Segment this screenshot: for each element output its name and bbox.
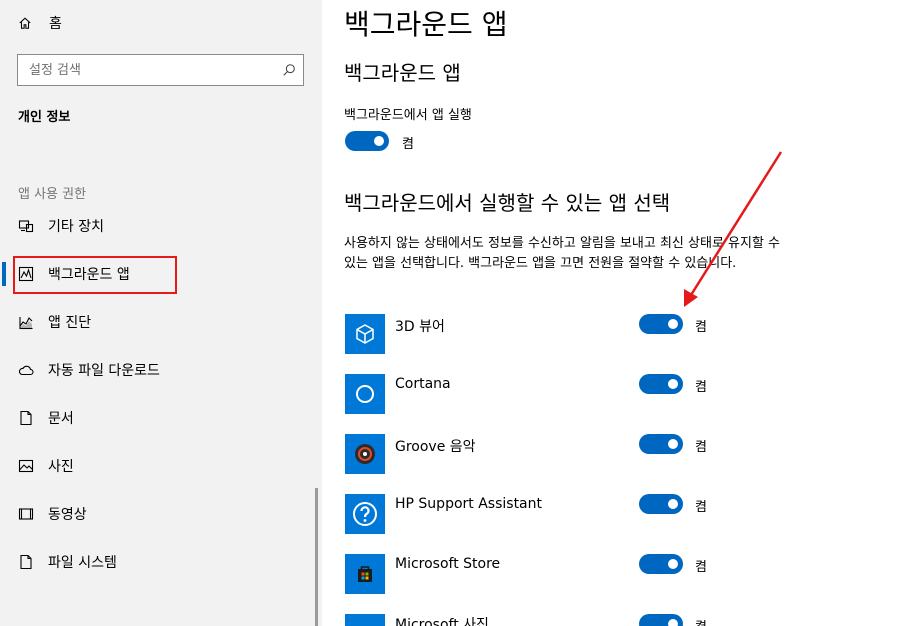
sidebar: 홈 개인 정보 앱 사용 권한 기타 장치 백그라운드 앱 앱 진단 자동 파일… <box>0 0 322 626</box>
description-text: 사용하지 않는 상태에서도 정보를 수신하고 알림을 보내고 최신 상태로 유지… <box>344 236 781 271</box>
sidebar-item-label: 앱 진단 <box>48 315 92 331</box>
main-content: 백그라운드 앱 백그라운드 앱 백그라운드에서 앱 실행 켬 백그라운드에서 실… <box>322 0 916 626</box>
groove-music-icon <box>355 444 375 464</box>
search-box[interactable] <box>17 54 304 86</box>
app-tile-cortana <box>345 374 385 414</box>
page-title: 백그라운드 앱 <box>344 8 508 41</box>
toggle-state-label: 켬 <box>695 320 707 335</box>
search-icon[interactable] <box>282 63 296 77</box>
sidebar-item-label: 동영상 <box>48 507 87 523</box>
section-title-choose-apps: 백그라운드에서 실행할 수 있는 앱 선택 <box>344 191 671 215</box>
toggle-state-label: 켬 <box>695 380 707 395</box>
sidebar-item-other-devices[interactable]: 기타 장치 <box>18 214 308 238</box>
document-icon <box>18 410 34 426</box>
help-icon <box>353 502 377 526</box>
sidebar-item-app-diagnostics[interactable]: 앱 진단 <box>18 310 308 334</box>
video-icon <box>18 506 34 522</box>
toggle-state-label: 켬 <box>695 500 707 515</box>
app-tile-microsoft-photos <box>345 614 385 626</box>
search-input[interactable] <box>18 55 268 85</box>
app-name: HP Support Assistant <box>395 496 542 512</box>
run-in-background-label: 백그라운드에서 앱 실행 <box>344 108 472 123</box>
app-name: Microsoft 사진 <box>395 617 489 626</box>
app-toggle-groove-music[interactable] <box>639 434 683 454</box>
sidebar-item-pictures[interactable]: 사진 <box>18 454 308 478</box>
cube-icon <box>356 324 374 344</box>
app-tile-3d-viewer <box>345 314 385 354</box>
toggle-state-label: 켬 <box>695 560 707 575</box>
app-tile-groove-music <box>345 434 385 474</box>
selection-indicator <box>2 262 6 286</box>
app-tile-microsoft-store <box>345 554 385 594</box>
app-name: Cortana <box>395 376 451 392</box>
app-name: Microsoft Store <box>395 556 501 572</box>
home-icon <box>19 17 31 29</box>
toggle-state-label: 켬 <box>695 616 707 626</box>
sidebar-item-label: 자동 파일 다운로드 <box>48 363 160 379</box>
sidebar-item-label: 기타 장치 <box>48 219 104 235</box>
toggle-state-label: 켬 <box>695 440 707 455</box>
sidebar-item-label: 문서 <box>48 411 74 427</box>
app-toggle-microsoft-photos[interactable] <box>639 614 683 626</box>
store-icon <box>358 566 372 582</box>
group-label: 앱 사용 권한 <box>18 187 87 202</box>
home-label: 홈 <box>49 16 62 32</box>
sidebar-item-auto-file-download[interactable]: 자동 파일 다운로드 <box>18 358 308 382</box>
sidebar-item-documents[interactable]: 문서 <box>18 406 308 430</box>
cloud-icon <box>18 362 34 378</box>
toggle-state-label: 켬 <box>402 137 414 152</box>
app-tile-hp-support-assistant <box>345 494 385 534</box>
run-in-background-toggle[interactable] <box>345 131 389 151</box>
diagnostics-icon <box>18 314 34 330</box>
picture-icon <box>18 458 34 474</box>
file-system-icon <box>18 554 34 570</box>
sidebar-item-videos[interactable]: 동영상 <box>18 502 308 526</box>
app-toggle-3d-viewer[interactable] <box>639 314 683 334</box>
home-link[interactable]: 홈 <box>18 12 62 34</box>
app-toggle-cortana[interactable] <box>639 374 683 394</box>
app-toggle-hp-support-assistant[interactable] <box>639 494 683 514</box>
section-title-background-apps: 백그라운드 앱 <box>344 61 461 85</box>
app-name: Groove 음악 <box>395 439 476 455</box>
app-toggle-microsoft-store[interactable] <box>639 554 683 574</box>
devices-icon <box>18 218 34 234</box>
sidebar-item-file-system[interactable]: 파일 시스템 <box>18 550 308 574</box>
sidebar-item-label: 파일 시스템 <box>48 555 117 571</box>
photos-icon <box>351 620 379 626</box>
sidebar-scrollbar[interactable] <box>315 488 318 626</box>
app-name: 3D 뷰어 <box>395 319 445 335</box>
highlight-box <box>13 256 177 294</box>
cortana-icon <box>356 385 374 403</box>
section-title: 개인 정보 <box>18 110 71 125</box>
sidebar-item-label: 사진 <box>48 459 74 475</box>
